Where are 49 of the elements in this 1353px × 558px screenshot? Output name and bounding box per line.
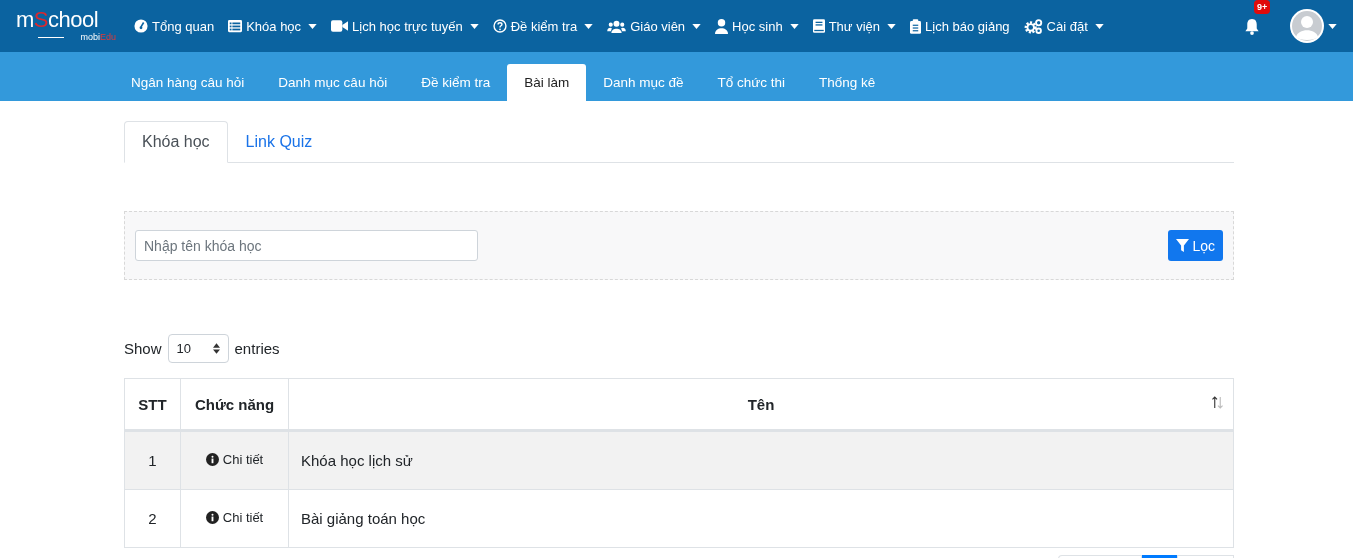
sort-icon[interactable] bbox=[1212, 396, 1223, 409]
caret-icon bbox=[692, 23, 702, 29]
notification-bell-icon[interactable] bbox=[1244, 17, 1260, 35]
detail-link[interactable]: Chi tiết bbox=[205, 510, 264, 525]
avatar-icon[interactable] bbox=[1290, 9, 1324, 43]
book-icon bbox=[812, 19, 825, 33]
nav-link[interactable]: Giáo viên bbox=[607, 18, 702, 34]
nav-link[interactable]: Cài đặt bbox=[1023, 18, 1104, 34]
tab[interactable]: Link Quiz bbox=[227, 121, 331, 163]
nav-link[interactable]: Tổng quan bbox=[134, 18, 215, 34]
tab[interactable]: Khóa học bbox=[124, 121, 228, 163]
caret-icon bbox=[308, 23, 318, 29]
list-icon bbox=[228, 19, 243, 33]
sub-nav-tab[interactable]: Bài làm bbox=[507, 64, 587, 101]
filter-icon bbox=[1176, 239, 1190, 252]
filter-button[interactable]: Lọc bbox=[1168, 230, 1223, 261]
info-icon bbox=[205, 511, 219, 524]
clipboard-icon bbox=[910, 18, 921, 34]
sort-arrows-icon bbox=[212, 343, 220, 354]
info-icon bbox=[205, 453, 219, 466]
nav-link[interactable]: Khóa học bbox=[228, 18, 318, 34]
table-cell: 2 bbox=[124, 489, 181, 548]
table-cell: Bài giảng toán học bbox=[288, 489, 1234, 548]
table-cell: 1 bbox=[124, 430, 181, 490]
nav-link[interactable]: Thư viện bbox=[812, 18, 896, 34]
page-size-select[interactable]: 10 bbox=[167, 334, 229, 363]
caret-icon bbox=[789, 23, 799, 29]
users-icon bbox=[607, 19, 627, 33]
nav-link[interactable]: Đề kiểm tra bbox=[492, 18, 594, 34]
caret-icon bbox=[887, 23, 896, 29]
caret-icon bbox=[1328, 23, 1337, 29]
search-field[interactable]: Nhập tên khóa học bbox=[135, 230, 478, 261]
nav-link[interactable]: Lịch học trực tuyến bbox=[331, 18, 479, 34]
gauge-icon bbox=[134, 19, 148, 33]
caret-icon bbox=[1094, 23, 1104, 29]
logo[interactable]: mSchool mobiEdu bbox=[16, 9, 116, 43]
caret-icon bbox=[584, 23, 594, 29]
detail-link[interactable]: Chi tiết bbox=[205, 452, 264, 467]
user-icon bbox=[715, 18, 729, 34]
table-cell: Khóa học lịch sử bbox=[288, 430, 1234, 490]
show-label: Show bbox=[124, 340, 162, 357]
notification-badge: 9+ bbox=[1254, 0, 1271, 14]
entries-label: entries bbox=[234, 340, 280, 357]
nav-link[interactable]: Học sinh bbox=[715, 18, 799, 34]
cogs-icon bbox=[1023, 18, 1043, 34]
video-camera-icon bbox=[331, 20, 349, 32]
caret-icon bbox=[469, 23, 479, 29]
nav-link[interactable]: Lịch báo giảng bbox=[910, 18, 1010, 34]
question-circle-icon bbox=[492, 19, 507, 33]
